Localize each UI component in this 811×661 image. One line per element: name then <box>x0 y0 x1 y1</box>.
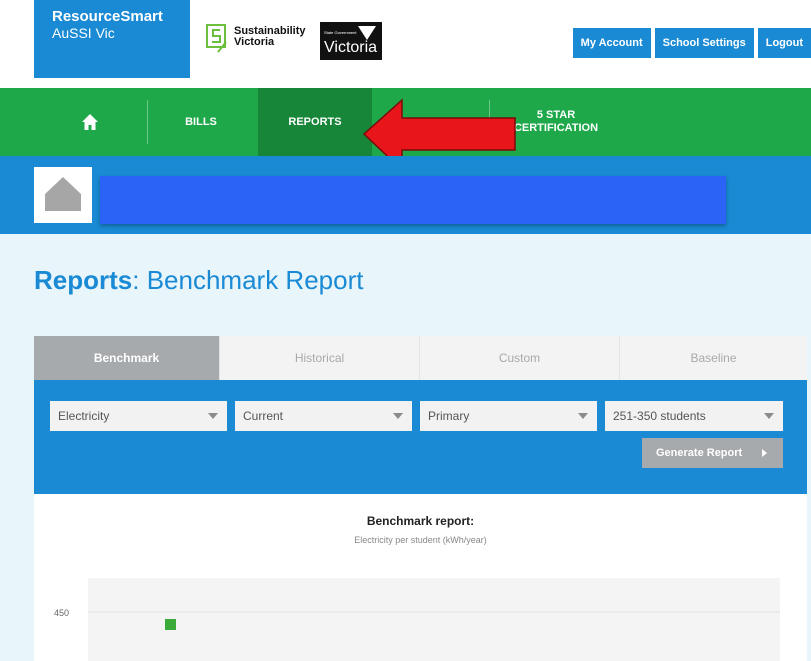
victoria-state-logo: State Government Victoria <box>320 22 382 60</box>
school-house-icon <box>45 177 81 211</box>
school-type-value: Primary <box>428 409 470 423</box>
generate-report-label: Generate Report <box>656 447 743 459</box>
my-account-button[interactable]: My Account <box>572 28 651 58</box>
school-avatar <box>34 167 92 223</box>
resourcesmart-logo[interactable]: ResourceSmart AuSSI Vic <box>34 0 190 78</box>
sv-logo-text: Sustainability Victoria <box>234 26 306 48</box>
chevron-down-icon <box>208 413 218 419</box>
period-select[interactable]: Current <box>235 401 412 431</box>
site-header: ResourceSmart AuSSI Vic Sustainability Vi… <box>0 0 811 88</box>
school-data-point[interactable] <box>165 619 176 630</box>
brand-name: ResourceSmart <box>52 8 163 25</box>
y-tick-label: 450 <box>54 608 69 618</box>
sv-logo-line2: Victoria <box>234 36 275 48</box>
school-type-select[interactable]: Primary <box>420 401 597 431</box>
report-tabs: Benchmark Historical Custom Baseline <box>34 336 807 380</box>
nav-reports[interactable]: REPORTS <box>258 88 372 156</box>
nav-divider <box>147 100 148 144</box>
plot-area <box>88 578 780 661</box>
page-title-bold: Reports <box>34 265 133 295</box>
school-size-select[interactable]: 251-350 students <box>605 401 783 431</box>
chart-panel: Benchmark report: Electricity per studen… <box>34 494 807 661</box>
energy-type-select[interactable]: Electricity <box>50 401 227 431</box>
generate-report-button[interactable]: Generate Report <box>642 438 783 468</box>
tab-custom[interactable]: Custom <box>419 336 619 380</box>
page-title: Reports: Benchmark Report <box>34 265 363 296</box>
brand-sub: AuSSI Vic <box>52 25 115 41</box>
tab-historical[interactable]: Historical <box>219 336 419 380</box>
nav-bills[interactable]: BILLS <box>160 88 242 156</box>
triangle-icon <box>358 26 376 40</box>
chevron-down-icon <box>578 413 588 419</box>
school-size-value: 251-350 students <box>613 409 706 423</box>
nav-home[interactable] <box>60 88 120 156</box>
page-title-rest: : Benchmark Report <box>132 265 364 295</box>
benchmark-chart: 450 <box>54 578 780 661</box>
victoria-text: Victoria <box>324 39 378 56</box>
school-name-redacted <box>100 176 726 224</box>
period-value: Current <box>243 409 284 423</box>
account-buttons: My Account School Settings Logout <box>572 28 811 58</box>
home-icon <box>82 114 98 130</box>
logout-button[interactable]: Logout <box>757 28 811 58</box>
sustainability-victoria-logo: Sustainability Victoria <box>206 22 316 62</box>
tab-baseline[interactable]: Baseline <box>619 336 807 380</box>
sv-s-icon <box>206 24 227 53</box>
energy-type-value: Electricity <box>58 409 110 423</box>
chevron-down-icon <box>764 413 774 419</box>
report-filters: Electricity Current Primary 251-350 stud… <box>34 380 807 494</box>
tab-benchmark[interactable]: Benchmark <box>34 336 219 380</box>
chevron-down-icon <box>393 413 403 419</box>
school-settings-button[interactable]: School Settings <box>654 28 754 58</box>
state-gov-text: State Government <box>324 30 357 35</box>
chevron-right-icon <box>762 449 767 457</box>
